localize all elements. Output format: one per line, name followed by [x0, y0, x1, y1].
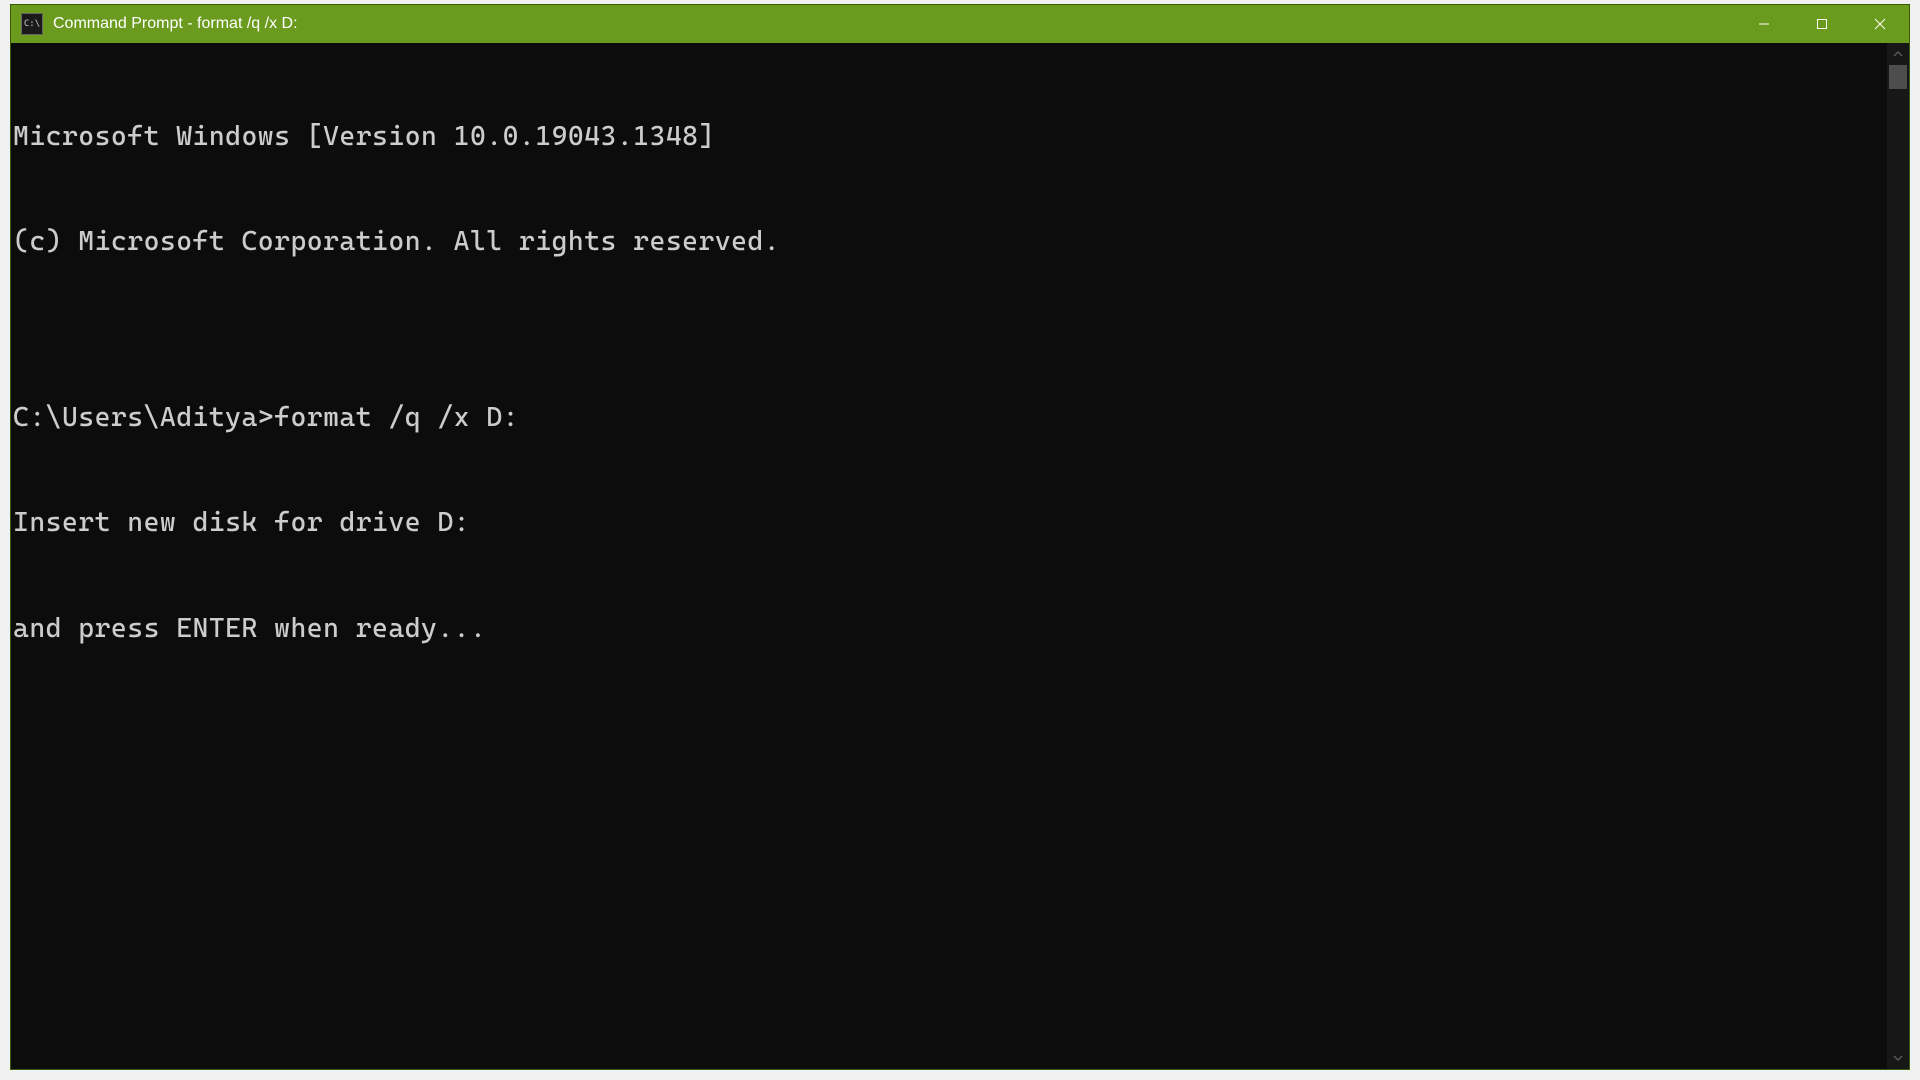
chevron-up-icon [1893, 51, 1903, 57]
close-icon [1874, 18, 1886, 30]
terminal-line: Microsoft Windows [Version 10.0.19043.13… [13, 119, 1885, 154]
close-button[interactable] [1851, 5, 1909, 43]
minimize-button[interactable] [1735, 5, 1793, 43]
minimize-icon [1758, 18, 1770, 30]
vertical-scrollbar[interactable] [1887, 43, 1909, 1069]
titlebar[interactable]: C:\ Command Prompt - format /q /x D: [11, 5, 1909, 43]
window-controls [1735, 5, 1909, 43]
terminal-line: (c) Microsoft Corporation. All rights re… [13, 224, 1885, 259]
terminal-line: C:\Users\Aditya>format /q /x D: [13, 400, 1885, 435]
maximize-button[interactable] [1793, 5, 1851, 43]
scroll-down-arrow[interactable] [1887, 1047, 1909, 1069]
scroll-track[interactable] [1887, 65, 1909, 1047]
terminal-line: and press ENTER when ready... [13, 611, 1885, 646]
app-icon: C:\ [21, 13, 43, 35]
content-area: Microsoft Windows [Version 10.0.19043.13… [11, 43, 1909, 1069]
app-icon-label: C:\ [24, 19, 40, 29]
terminal-line: Insert new disk for drive D: [13, 505, 1885, 540]
terminal-output[interactable]: Microsoft Windows [Version 10.0.19043.13… [11, 43, 1887, 1069]
scroll-thumb[interactable] [1889, 65, 1907, 89]
window-title: Command Prompt - format /q /x D: [53, 15, 1735, 33]
chevron-down-icon [1893, 1055, 1903, 1061]
maximize-icon [1816, 18, 1828, 30]
command-prompt-window: C:\ Command Prompt - format /q /x D: Mic… [10, 4, 1910, 1070]
scroll-up-arrow[interactable] [1887, 43, 1909, 65]
